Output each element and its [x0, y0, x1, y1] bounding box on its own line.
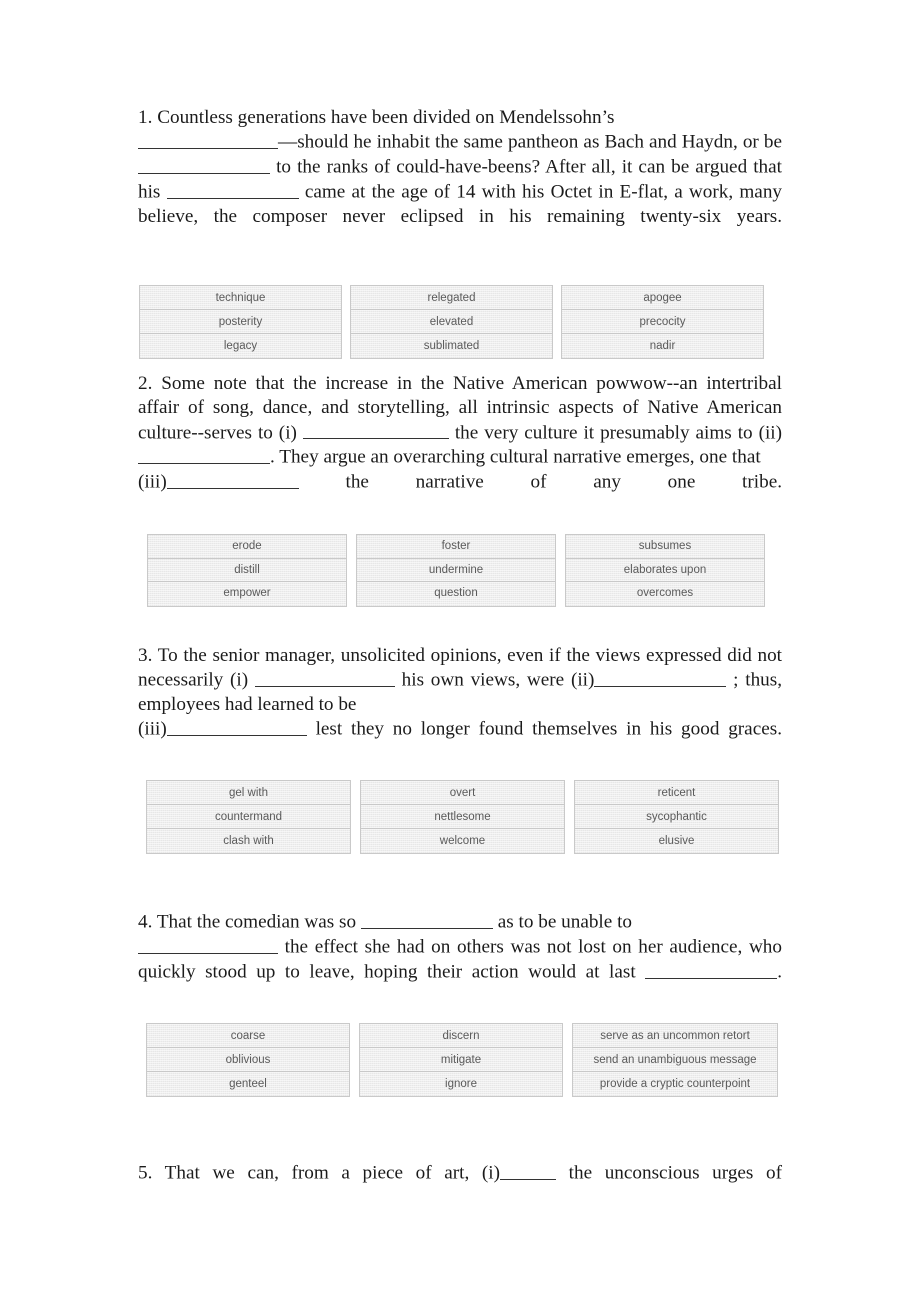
question-1-text-part-1: 1. Countless generations have been divid… — [138, 107, 615, 128]
choice-option[interactable]: apogee — [562, 286, 763, 311]
question-3-text-part-2: his own views, were (ii) — [401, 669, 595, 691]
choice-option[interactable]: reticent — [575, 781, 778, 806]
question-3-blank-2[interactable] — [594, 668, 727, 687]
question-3-blank-1[interactable] — [254, 668, 395, 687]
question-3-choices: gel with countermand clash with overt ne… — [146, 780, 782, 855]
choice-option[interactable]: empower — [148, 582, 346, 606]
choice-option[interactable]: technique — [140, 286, 341, 311]
question-3-choice-column-3: reticent sycophantic elusive — [574, 780, 779, 855]
question-5-text-part-1: 5. That we can, from a piece of art, (i) — [138, 1162, 501, 1184]
question-4-text-part-1: 4. That the comedian was so — [138, 911, 357, 933]
question-2-blank-3[interactable] — [166, 470, 299, 489]
choice-option[interactable]: send an unambiguous message — [573, 1048, 777, 1072]
choice-option[interactable]: elaborates upon — [566, 559, 764, 583]
document-page: 1. Countless generations have been divid… — [0, 0, 920, 1302]
choice-option[interactable]: countermand — [147, 805, 350, 830]
question-2-choices: erode distill empower foster undermine q… — [147, 534, 782, 607]
choice-option[interactable]: legacy — [140, 334, 341, 358]
question-5-paragraph: 5. That we can, from a piece of art, (i)… — [138, 1161, 782, 1210]
choice-option[interactable]: clash with — [147, 829, 350, 853]
question-2-text-part-2: the very culture it presumably aims to (… — [454, 422, 783, 444]
question-4-text-part-2: as to be unable to — [497, 911, 632, 933]
choice-option[interactable]: oblivious — [147, 1048, 349, 1072]
question-4-choices: coarse oblivious genteel discern mitigat… — [146, 1022, 782, 1097]
choice-option[interactable]: gel with — [147, 781, 350, 806]
question-1-choices: technique posterity legacy relegated ele… — [139, 285, 782, 360]
question-3-text-part-5: lest they no longer found themselves in … — [315, 718, 782, 740]
question-1-choice-column-2: relegated elevated sublimated — [350, 285, 553, 360]
question-4-blank-2[interactable] — [138, 935, 278, 954]
choice-option[interactable]: precocity — [562, 310, 763, 335]
question-2-text-part-4: (iii) — [138, 471, 167, 493]
question-2-blank-2[interactable] — [138, 445, 270, 465]
choice-option[interactable]: overt — [361, 781, 564, 806]
choice-option[interactable]: coarse — [147, 1024, 349, 1048]
choice-option[interactable]: distill — [148, 559, 346, 583]
question-2-text-part-3: . They argue an overarching cultural nar… — [270, 447, 761, 469]
choice-option[interactable]: relegated — [351, 286, 552, 311]
question-1-text-part-2: —should he inhabit the same pantheon as … — [278, 131, 782, 153]
question-1-choice-column-3: apogee precocity nadir — [561, 285, 764, 360]
choice-option[interactable]: elevated — [351, 310, 552, 335]
document-content: 1. Countless generations have been divid… — [138, 106, 782, 1210]
question-3-text-part-4: (iii) — [138, 718, 167, 740]
question-5-text-part-2: the unconscious urges of — [568, 1162, 783, 1184]
question-3-paragraph: 3. To the senior manager, unsolicited op… — [138, 644, 782, 766]
choice-option[interactable]: ignore — [360, 1072, 562, 1096]
question-2-blank-1[interactable] — [302, 421, 449, 440]
question-4-blank-1[interactable] — [360, 910, 493, 929]
question-2-choice-column-2: foster undermine question — [356, 534, 556, 607]
choice-option[interactable]: erode — [148, 535, 346, 559]
choice-option[interactable]: sycophantic — [575, 805, 778, 830]
question-1-blank-3[interactable] — [166, 180, 299, 199]
question-1-blank-2[interactable] — [138, 155, 270, 174]
choice-option[interactable]: question — [357, 582, 555, 606]
choice-option[interactable]: provide a cryptic counterpoint — [573, 1072, 777, 1096]
choice-option[interactable]: sublimated — [351, 334, 552, 358]
question-2-paragraph: 2. Some note that the increase in the Na… — [138, 372, 782, 519]
question-1-choice-column-1: technique posterity legacy — [139, 285, 342, 360]
choice-option[interactable]: overcomes — [566, 582, 764, 606]
question-2-choice-column-1: erode distill empower — [147, 534, 347, 607]
choice-option[interactable]: welcome — [361, 829, 564, 853]
question-1-blank-1[interactable] — [138, 130, 278, 149]
choice-option[interactable]: subsumes — [566, 535, 764, 559]
question-4-choice-column-2: discern mitigate ignore — [359, 1022, 563, 1097]
question-1-paragraph: 1. Countless generations have been divid… — [138, 106, 782, 253]
question-3-choice-column-2: overt nettlesome welcome — [360, 780, 565, 855]
question-5-blank-1[interactable] — [500, 1161, 557, 1180]
question-3-blank-3[interactable] — [166, 717, 307, 736]
choice-option[interactable]: mitigate — [360, 1048, 562, 1072]
choice-option[interactable]: nadir — [562, 334, 763, 358]
choice-option[interactable]: serve as an uncommon retort — [573, 1024, 777, 1048]
question-4-paragraph: 4. That the comedian was so as to be una… — [138, 910, 782, 1009]
question-4-text-part-4: . — [777, 961, 783, 983]
choice-option[interactable]: nettlesome — [361, 805, 564, 830]
choice-option[interactable]: discern — [360, 1024, 562, 1048]
question-2-text-part-5: the narrative of any one tribe. — [345, 471, 783, 493]
question-3-choice-column-1: gel with countermand clash with — [146, 780, 351, 855]
question-4-choice-column-3: serve as an uncommon retort send an unam… — [572, 1022, 778, 1097]
choice-option[interactable]: undermine — [357, 559, 555, 583]
choice-option[interactable]: foster — [357, 535, 555, 559]
question-4-choice-column-1: coarse oblivious genteel — [146, 1022, 350, 1097]
question-4-blank-3[interactable] — [645, 960, 778, 979]
question-2-choice-column-3: subsumes elaborates upon overcomes — [565, 534, 765, 607]
choice-option[interactable]: posterity — [140, 310, 341, 335]
choice-option[interactable]: elusive — [575, 829, 778, 853]
choice-option[interactable]: genteel — [147, 1072, 349, 1096]
